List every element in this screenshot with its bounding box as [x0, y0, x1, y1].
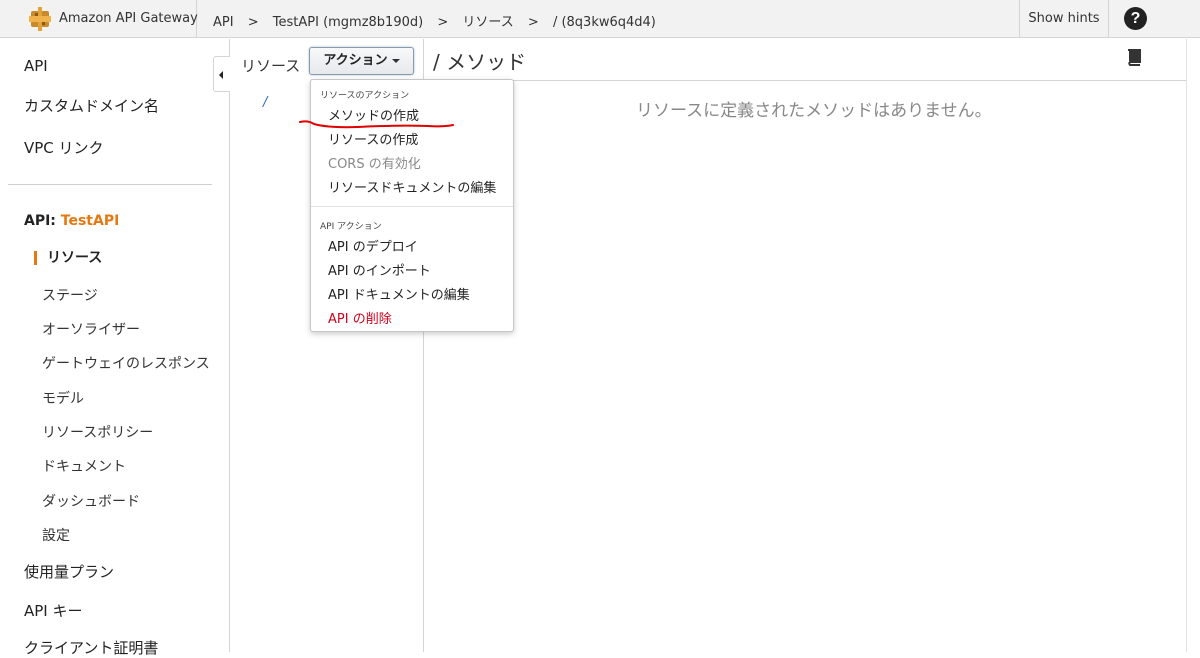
- breadcrumb-separator: >: [247, 15, 259, 30]
- actions-button[interactable]: アクション: [309, 47, 414, 75]
- breadcrumb: API > TestAPI (mgmz8b190d) > リソース > / (8…: [213, 11, 656, 30]
- sidebar-item-stages[interactable]: ステージ: [42, 285, 98, 305]
- menu-item-create-resource[interactable]: リソースの作成: [328, 129, 418, 148]
- sidebar-item-api[interactable]: API: [24, 57, 48, 75]
- resources-label: リソース: [241, 57, 301, 75]
- menu-divider: [311, 206, 513, 207]
- sidebar-item-custom-domains[interactable]: カスタムドメイン名: [24, 95, 159, 116]
- sidebar-item-models[interactable]: モデル: [42, 388, 84, 408]
- sidebar-item-documentation[interactable]: ドキュメント: [42, 456, 126, 476]
- menu-item-enable-cors[interactable]: CORS の有効化: [328, 153, 421, 172]
- sidebar-item-settings[interactable]: 設定: [42, 525, 70, 545]
- sidebar-item-dashboard[interactable]: ダッシュボード: [42, 491, 140, 511]
- show-hints-button[interactable]: Show hints: [1019, 0, 1109, 38]
- breadcrumb-item[interactable]: リソース: [462, 11, 513, 30]
- sidebar-item-authorizers[interactable]: オーソライザー: [42, 319, 140, 339]
- brand-name: Amazon API Gateway: [59, 11, 198, 26]
- menu-item-edit-api-docs[interactable]: API ドキュメントの編集: [328, 284, 470, 303]
- sidebar-divider: [8, 184, 212, 185]
- page-title: / メソッド: [433, 50, 527, 74]
- menu-item-create-method[interactable]: メソッドの作成: [328, 105, 419, 124]
- empty-methods-message: リソースに定義されたメソッドはありません。: [636, 101, 992, 121]
- api-name: TestAPI: [60, 213, 120, 229]
- menu-item-import-api[interactable]: API のインポート: [328, 260, 431, 279]
- breadcrumb-item[interactable]: / (8q3kw6q4d4): [553, 15, 656, 30]
- actions-button-label: アクション: [323, 53, 388, 68]
- api-gateway-logo-icon: [29, 7, 51, 31]
- top-bar: Amazon API Gateway API > TestAPI (mgmz8b…: [0, 0, 1200, 38]
- api-prefix: API:: [24, 213, 56, 229]
- menu-item-edit-resource-docs[interactable]: リソースドキュメントの編集: [328, 177, 496, 196]
- breadcrumb-separator: >: [437, 15, 449, 30]
- sidebar-item-gateway-responses[interactable]: ゲートウェイのレスポンス: [42, 353, 210, 373]
- actions-menu: リソースのアクション メソッドの作成 リソースの作成 CORS の有効化 リソー…: [310, 79, 514, 332]
- breadcrumb-item[interactable]: API: [213, 15, 234, 30]
- brand[interactable]: Amazon API Gateway: [0, 0, 198, 38]
- sidebar-api-heading[interactable]: API: TestAPI: [24, 213, 119, 229]
- content-edge: [1186, 39, 1187, 652]
- menu-item-delete-api[interactable]: API の削除: [328, 308, 392, 327]
- sidebar-item-resource-policy[interactable]: リソースポリシー: [42, 422, 153, 442]
- caret-left-icon[interactable]: [213, 56, 230, 92]
- resource-tree-root[interactable]: /: [263, 95, 267, 110]
- breadcrumb-separator: >: [527, 15, 539, 30]
- chevron-down-icon: [391, 58, 400, 63]
- sidebar-item-resources[interactable]: リソース: [34, 251, 102, 265]
- title-divider: [424, 80, 1186, 81]
- api-actions-heading: API アクション: [320, 222, 382, 232]
- sidebar: API カスタムドメイン名 VPC リンク API: TestAPI リソース …: [0, 39, 230, 657]
- resource-actions-heading: リソースのアクション: [320, 91, 410, 101]
- sidebar-item-usage-plans[interactable]: 使用量プラン: [24, 561, 114, 582]
- book-icon[interactable]: [1125, 48, 1143, 66]
- menu-item-deploy-api[interactable]: API のデプロイ: [328, 236, 418, 255]
- sidebar-item-vpc-links[interactable]: VPC リンク: [24, 137, 104, 158]
- sidebar-item-api-keys[interactable]: API キー: [24, 600, 83, 621]
- breadcrumb-item[interactable]: TestAPI (mgmz8b190d): [273, 15, 423, 30]
- question-circle-icon[interactable]: ?: [1124, 7, 1147, 30]
- sidebar-item-client-certificates[interactable]: クライアント証明書: [24, 637, 158, 658]
